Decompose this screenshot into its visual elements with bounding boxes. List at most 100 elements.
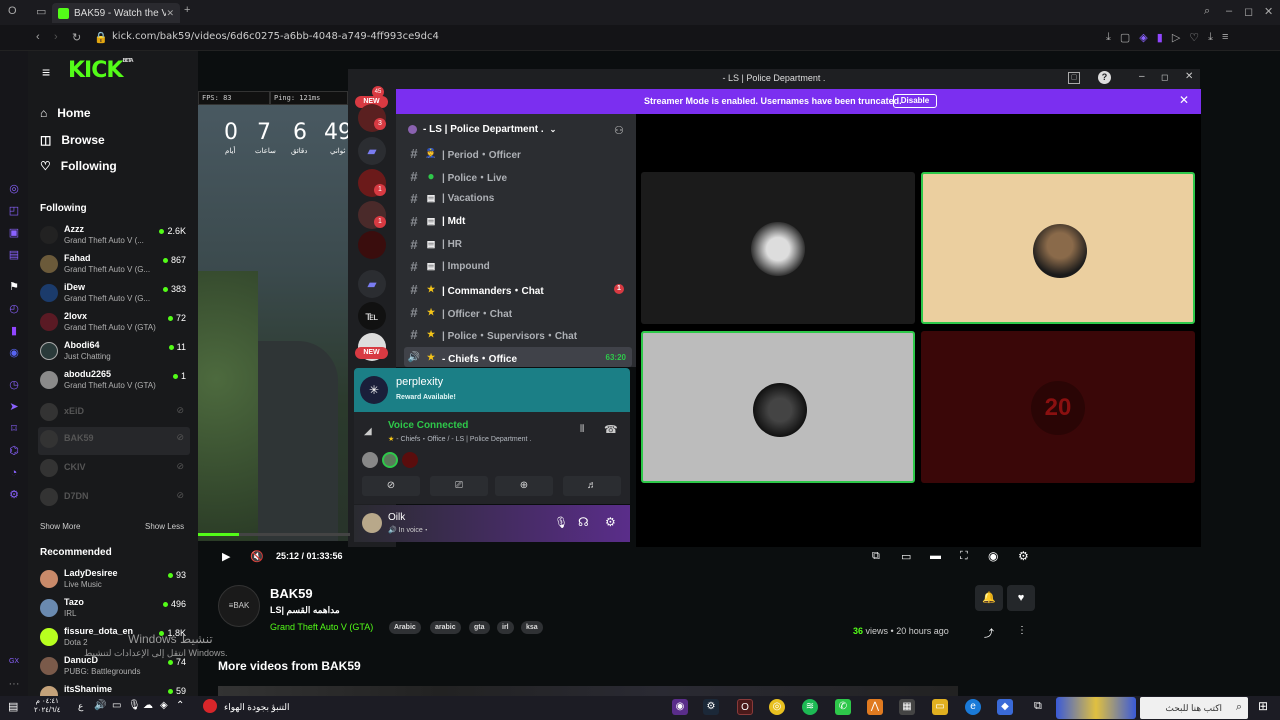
recommended-item[interactable]: itsShanime 59 (38, 683, 190, 696)
copilot-icon[interactable]: ◆ (997, 699, 1013, 715)
bookmark-icon[interactable]: ⌑ (8, 423, 20, 435)
channel-item[interactable]: # ★ | Officer・Chat (404, 302, 632, 322)
theater-mode-icon[interactable]: ▬ (930, 550, 941, 562)
following-item[interactable]: Fahad Grand Theft Auto V (G... 867 (38, 252, 190, 280)
reload-icon[interactable]: ↻ (72, 31, 81, 44)
user-avatar[interactable] (362, 513, 382, 533)
chrome-icon[interactable]: ◎ (769, 699, 785, 715)
close-banner-icon[interactable]: ✕ (1179, 93, 1189, 107)
twitch-sidebar-icon[interactable]: ▮ (8, 325, 20, 337)
back-icon[interactable]: ‹ (36, 31, 40, 43)
heart-icon[interactable]: ♡ (1189, 31, 1199, 44)
edge-icon[interactable]: e (965, 699, 981, 715)
search-highlight-image[interactable] (1056, 697, 1136, 719)
bag-icon[interactable]: ◰ (8, 205, 20, 217)
voice-user-avatar[interactable] (382, 452, 398, 468)
following-item-offline[interactable]: BAK59 ⊘ (38, 427, 190, 455)
following-item-offline[interactable]: xEiD ⊘ (38, 400, 190, 428)
maximize-icon[interactable]: ◻ (1244, 5, 1253, 18)
recommended-item[interactable]: LadyDesiree Live Music 93 (38, 567, 190, 595)
show-less-button[interactable]: Show Less (145, 522, 184, 531)
nav-home[interactable]: ⌂ Home (40, 106, 91, 120)
clock-icon[interactable]: ◔ (8, 467, 20, 479)
more-options-icon[interactable]: ⋮ (1017, 625, 1027, 636)
tab-menu-icon[interactable]: ▭ (36, 5, 46, 18)
disable-streamer-mode-button[interactable]: Disable (893, 94, 937, 108)
activity-button[interactable]: ⊕ (495, 476, 553, 496)
history-icon[interactable]: ◷ (8, 379, 20, 391)
vpn-icon[interactable]: ◈ (1139, 31, 1147, 44)
user-settings-icon[interactable]: ⚙ (605, 515, 616, 529)
file-explorer-icon[interactable]: ▭ (932, 699, 948, 715)
weather-widget[interactable]: التنبؤ بجودة الهواء (224, 702, 290, 713)
following-item[interactable]: iDew Grand Theft Auto V (G... 383 (38, 281, 190, 309)
channel-item[interactable]: # ▤ | Impound (404, 256, 632, 276)
channel-item[interactable]: # ★ | Police・Supervisors・Chat (404, 324, 632, 344)
perplexity-reward-panel[interactable]: ✳ perplexity Reward Available! (354, 368, 630, 412)
gx-icon[interactable]: GX (8, 656, 20, 668)
noise-suppression-icon[interactable]: ⫴ (580, 424, 584, 435)
mic-icon[interactable]: 🎙 (554, 516, 568, 529)
tray-device-icon[interactable]: ▭ (112, 700, 121, 711)
user-name[interactable]: Oilk (388, 512, 405, 523)
channel-item[interactable]: # ● | Police・Live (404, 166, 632, 186)
windows-start-icon[interactable]: ⊞ (1258, 699, 1268, 713)
opera-taskbar-icon[interactable]: O (737, 699, 753, 715)
notification-center-icon[interactable]: ▤ (8, 700, 18, 713)
game-link[interactable]: Grand Theft Auto V (GTA) (270, 622, 373, 632)
voice-channel-item[interactable]: 🔊 ★ - Chiefs・Office 63:20 (404, 347, 632, 367)
more-icon[interactable]: ··· (8, 678, 20, 690)
notification-bell-button[interactable]: 🔔 (975, 585, 1003, 611)
voice-user-avatar[interactable] (362, 452, 378, 468)
kick-logo[interactable]: KICKBETA (68, 58, 134, 83)
disconnect-icon[interactable]: ☎ (604, 423, 618, 436)
more-videos-thumbnails[interactable] (218, 686, 958, 696)
video-player[interactable] (198, 91, 350, 541)
extension-icon[interactable]: ⤓ (1106, 31, 1111, 44)
language-indicator[interactable]: ع (78, 701, 83, 712)
news-icon[interactable]: ▤ (8, 249, 20, 261)
mute-icon[interactable]: 🔇 (250, 550, 264, 563)
discord-close-icon[interactable]: ✕ (1185, 71, 1193, 82)
play-icon[interactable]: ▷ (1172, 31, 1180, 44)
opera-logo-icon[interactable]: O (8, 5, 17, 17)
mini-player-icon[interactable]: ⧉ (872, 550, 880, 563)
soundboard-button[interactable]: ♬ (563, 476, 621, 496)
player-icon[interactable]: ◴ (8, 303, 20, 315)
tab-close-icon[interactable]: ✕ (166, 8, 174, 19)
participant-tile[interactable]: 20 (921, 331, 1195, 483)
extensions-icon[interactable]: ⌬ (8, 445, 20, 457)
whatsapp-icon[interactable]: ✆ (835, 699, 851, 715)
channel-item[interactable]: # ▤ | Mdt (404, 211, 632, 231)
tag-chip[interactable]: Arabic (389, 621, 421, 634)
spotify-icon[interactable]: ≋ (802, 699, 818, 715)
player-settings-icon[interactable]: ⚙ (1018, 549, 1029, 563)
following-item-offline[interactable]: D7DN ⊘ (38, 485, 190, 513)
twitch-icon[interactable]: ▮ (1157, 31, 1163, 44)
recommended-item[interactable]: Tazo IRL 496 (38, 596, 190, 624)
folder-icon[interactable]: ▰ (358, 270, 386, 298)
taskbar-search-box[interactable]: اكتب هنا للبحث ⌕ (1140, 697, 1248, 719)
channel-item[interactable]: # ▤ | Vacations (404, 188, 632, 208)
forward-icon[interactable]: › (54, 31, 58, 43)
following-item[interactable]: Azzz Grand Theft Auto V (... 2.6K (38, 223, 190, 251)
following-item-offline[interactable]: CKIV ⊘ (38, 456, 190, 484)
follow-heart-button[interactable]: ♥ (1007, 585, 1035, 611)
progress-bar[interactable] (198, 533, 350, 536)
participant-tile[interactable] (641, 172, 915, 324)
add-member-icon[interactable]: ⚇ (614, 124, 624, 137)
help-icon[interactable]: ? (1098, 71, 1111, 84)
discord-maximize-icon[interactable]: ◻ (1161, 72, 1168, 83)
headphones-icon[interactable]: ☊ (578, 515, 589, 529)
camera-off-button[interactable]: ⊘ (362, 476, 420, 496)
network-icon[interactable]: ☁ (143, 700, 153, 711)
search-tabs-icon[interactable]: ⌕ (1204, 5, 1210, 18)
tag-chip[interactable]: ksa (521, 621, 543, 634)
screen-share-button[interactable]: ⎚ (430, 476, 488, 496)
following-item[interactable]: abodu2265 Grand Theft Auto V (GTA) 1 (38, 368, 190, 396)
chat-icon[interactable]: ▣ (8, 227, 20, 239)
play-icon[interactable]: ▶ (222, 550, 230, 563)
menu-icon[interactable]: ≡ (1222, 31, 1228, 44)
minimize-icon[interactable]: – (1226, 5, 1232, 17)
clip-icon[interactable]: ▭ (901, 550, 911, 563)
